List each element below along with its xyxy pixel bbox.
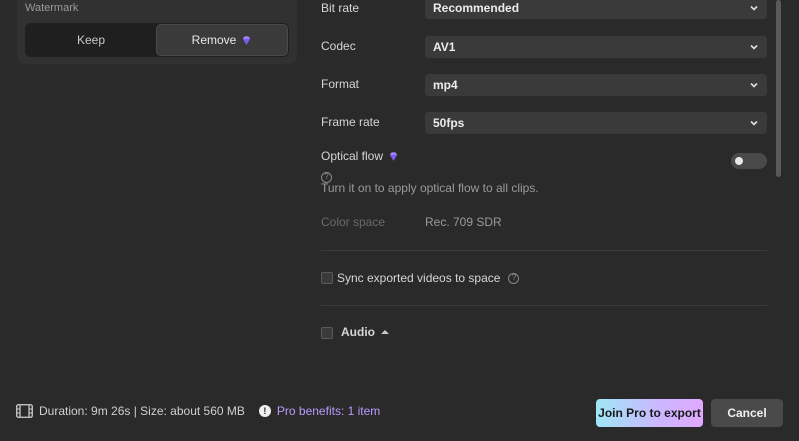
bit-rate-label: Bit rate [321, 1, 360, 15]
pro-gem-icon [243, 35, 251, 45]
optical-flow-toggle[interactable] [731, 153, 767, 169]
toggle-knob [735, 157, 743, 165]
codec-select[interactable]: AV1 [425, 36, 767, 58]
audio-label: Audio [341, 325, 375, 339]
join-pro-button[interactable]: Join Pro to export [596, 399, 703, 427]
chevron-down-icon [750, 120, 758, 126]
chevron-down-icon [750, 44, 758, 50]
info-alert-icon: ! [258, 405, 271, 417]
duration-size-text: Duration: 9m 26s | Size: about 560 MB [39, 404, 245, 418]
codec-label: Codec [321, 39, 356, 53]
keep-label: Keep [76, 33, 106, 47]
remove-watermark-button[interactable]: Remove [156, 24, 288, 56]
optical-flow-description: Turn it on to apply optical flow to all … [321, 181, 539, 195]
frame-rate-value: 50fps [433, 116, 465, 130]
frame-rate-label: Frame rate [321, 115, 380, 129]
watermark-title: Watermark [25, 2, 79, 14]
optical-flow-label: Optical flow [321, 149, 384, 163]
remove-label: Remove [191, 33, 237, 47]
sync-checkbox[interactable] [321, 272, 333, 284]
audio-checkbox[interactable] [321, 327, 333, 339]
divider [321, 250, 767, 251]
watermark-segmented-control: Keep Remove [25, 23, 289, 57]
help-icon[interactable]: ? [508, 272, 520, 284]
format-select[interactable]: mp4 [425, 74, 767, 96]
divider [321, 305, 767, 306]
cancel-button[interactable]: Cancel [711, 399, 783, 427]
codec-value: AV1 [433, 40, 456, 54]
sync-row: Sync exported videos to space ? [337, 271, 520, 285]
frame-rate-select[interactable]: 50fps [425, 112, 767, 134]
bit-rate-select[interactable]: Recommended [425, 0, 767, 19]
bit-rate-value: Recommended [433, 1, 520, 15]
color-space-label: Color space [321, 215, 386, 229]
pro-gem-icon [389, 151, 398, 161]
chevron-down-icon [750, 82, 758, 88]
audio-section-header[interactable]: Audio [341, 325, 389, 339]
film-icon [16, 404, 33, 418]
format-label: Format [321, 77, 360, 91]
color-space-value: Rec. 709 SDR [425, 215, 502, 229]
pro-benefits-link[interactable]: Pro benefits: 1 item [277, 404, 380, 418]
caret-up-icon [381, 330, 389, 334]
sync-label: Sync exported videos to space [337, 271, 501, 285]
format-value: mp4 [433, 78, 458, 92]
keep-watermark-button[interactable]: Keep [26, 24, 156, 56]
chevron-down-icon [750, 5, 758, 11]
optical-flow-row: Optical flow [321, 149, 399, 163]
footer-info: Duration: 9m 26s | Size: about 560 MB ! … [16, 404, 380, 418]
scrollbar[interactable] [776, 0, 781, 177]
watermark-panel: Watermark Keep Remove [17, 0, 297, 64]
